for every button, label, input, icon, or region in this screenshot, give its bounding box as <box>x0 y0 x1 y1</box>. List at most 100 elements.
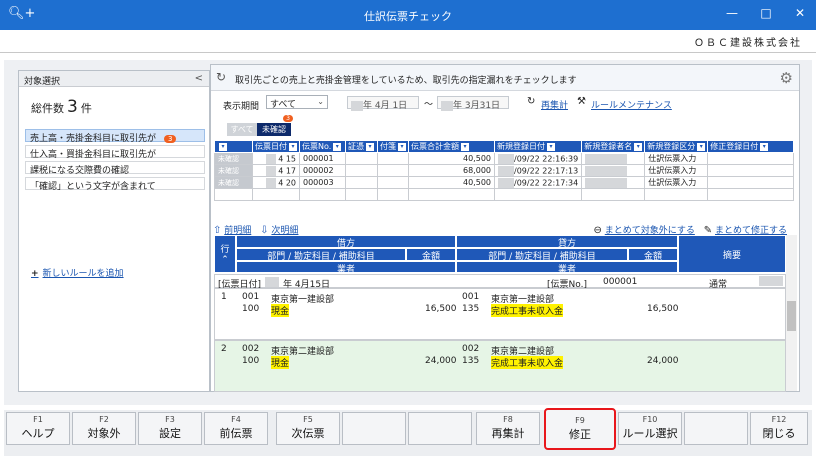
f1-help-button[interactable]: F1 ヘルプ <box>6 412 70 445</box>
reg-date-cell: /09/22 22:17:34 <box>493 176 583 189</box>
col-header[interactable]: 新規登録者名 ▾ <box>581 140 646 153</box>
add-rule-label: 新しいルールを追加 <box>42 269 124 279</box>
mod-date-cell <box>707 176 795 189</box>
table-row-empty <box>214 188 795 201</box>
collapse-panel-button[interactable]: < <box>195 73 203 84</box>
debit-account-header: 部門 / 勘定科目 / 補助科目 <box>236 248 406 262</box>
tab-unconfirmed-badge: 3 <box>283 115 293 122</box>
redacted-year <box>265 277 279 287</box>
mod-date-cell <box>707 164 795 177</box>
date-from-field[interactable]: 年 4月 1日 <box>347 96 419 111</box>
col-header[interactable]: 伝票日付 ▾ <box>252 140 300 153</box>
redacted-year <box>441 100 453 111</box>
redacted-cell <box>265 165 276 176</box>
minimize-button[interactable]: — <box>722 6 742 20</box>
gear-icon[interactable]: ⚙ <box>780 69 793 87</box>
journal-line[interactable]: 2 002 東京第二建設部 100 現金 24,000 002 東京第二建設部 … <box>214 340 786 392</box>
redacted-cell <box>585 165 628 176</box>
rule-label: 売上高・売掛金科目に取引先が <box>30 134 157 144</box>
chevron-up-icon[interactable]: ⌃ <box>221 255 229 265</box>
rule-item-sales[interactable]: 売上高・売掛金科目に取引先が 3 <box>25 129 205 144</box>
recalc-link[interactable]: 再集計 <box>541 98 568 111</box>
status-toggle[interactable] <box>759 276 783 286</box>
voucher-no-cell: 000003 <box>299 176 346 189</box>
col-header[interactable]: 伝票No. ▾ <box>299 140 346 153</box>
col-header[interactable]: 新規登録区分 ▾ <box>644 140 709 153</box>
status-cell: 未確認 <box>214 164 253 177</box>
f2-exclude-button[interactable]: F2 対象外 <box>72 412 136 445</box>
close-button[interactable]: ✕ <box>790 6 810 20</box>
period-label: 表示期間 <box>223 102 260 112</box>
reg-date-value: /09/22 22:17:34 <box>514 178 579 187</box>
voucher-info-row: [伝票日付] 年 4月15日 [伝票No.] 000001 通常 <box>214 274 786 290</box>
add-rule-link[interactable]: + 新しいルールを追加 <box>31 266 124 279</box>
tab-unconfirmed[interactable]: 未確認 3 <box>257 115 293 136</box>
period-select[interactable]: すべて ⌄ <box>266 95 328 110</box>
sticky-cell <box>377 164 409 177</box>
reg-user-cell <box>581 152 646 165</box>
credit-account: 完成工事未収入金 <box>491 356 564 369</box>
credit-dept-code: 002 <box>462 344 480 354</box>
evidence-cell <box>345 152 378 165</box>
detail-navigation: ⇧ 前明細 ⇩ 次明細 ⊖ まとめて対象外にする ✎ まとめて修正する <box>213 223 797 236</box>
scrollbar-thumb[interactable] <box>787 301 796 331</box>
f3-settings-button[interactable]: F3 設定 <box>138 412 202 445</box>
status-col-header[interactable]: ▾ <box>214 140 253 153</box>
rule-maintenance-link[interactable]: ルールメンテナンス <box>591 98 672 111</box>
rule-item-confirm-text[interactable]: 「確認」という文字が含まれて <box>25 177 205 192</box>
line-number: 2 <box>221 344 227 354</box>
redacted-cell <box>265 153 276 164</box>
table-row[interactable]: 未確認 4 17 000002 68,000 /09/22 22:17:13 仕… <box>214 164 795 177</box>
f5-next-voucher-button[interactable]: F5 次伝票 <box>276 412 340 445</box>
col-header[interactable]: 伝票合計金額 ▾ <box>408 140 495 153</box>
f9-fix-button[interactable]: F9 修正 <box>544 408 616 450</box>
table-header-row: ▾ 伝票日付 ▾ 伝票No. ▾ 証憑 ▾ 付箋 ▾ 伝票合計金額 ▾ 新規登録日付 ▾ 新… <box>214 140 795 153</box>
rule-item-purchase[interactable]: 仕入高・買掛金科目に取引先が <box>25 145 205 160</box>
reg-date-cell: /09/22 22:17:13 <box>493 164 583 177</box>
reg-kind-cell: 仕訳伝票入力 <box>644 152 709 165</box>
maximize-button[interactable]: □ <box>756 6 776 20</box>
f4-prev-voucher-button[interactable]: F4 前伝票 <box>204 412 268 445</box>
date-to-field[interactable]: 年 3月31日 <box>437 96 509 111</box>
f12-close-button[interactable]: F12 閉じる <box>750 412 808 445</box>
redacted-cell <box>585 177 628 188</box>
total-count-label: 総件数 <box>31 102 64 115</box>
date-cell: 4 15 <box>252 152 300 165</box>
debit-account: 現金 <box>271 304 290 317</box>
debit-vendor-header: 業者 <box>236 261 456 275</box>
chevron-down-icon: ⌄ <box>317 97 324 106</box>
tab-all[interactable]: すべて <box>227 123 257 136</box>
date-to-value: 年 3月31日 <box>453 101 501 111</box>
col-header[interactable]: 付箋 ▾ <box>377 140 409 153</box>
detail-scrollbar[interactable] <box>786 235 797 391</box>
debit-account-code: 100 <box>242 304 260 314</box>
rule-count-badge: 3 <box>164 135 177 143</box>
amount-cell: 40,500 <box>408 176 495 189</box>
journal-line[interactable]: 1 001 東京第一建設部 100 現金 16,500 001 東京第一建設部 … <box>214 288 786 340</box>
summary-header: 摘要 <box>678 235 786 273</box>
f8-recalc-button[interactable]: F8 再集計 <box>476 412 540 445</box>
window-title: 仕訳伝票チェック <box>364 10 452 23</box>
f10-rule-select-button[interactable]: F10 ルール選択 <box>618 412 682 445</box>
col-header[interactable]: 新規登録日付 ▾ <box>493 140 583 153</box>
f11-empty-button <box>684 412 748 445</box>
redacted-cell <box>265 177 276 188</box>
f7-empty-button <box>408 412 472 445</box>
row-col-label: 行 <box>220 245 230 255</box>
col-header[interactable]: 修正登録日付 ▾ <box>707 140 795 153</box>
table-row[interactable]: 未確認 4 15 000001 40,500 /09/22 22:16:39 仕… <box>214 152 795 165</box>
date-cell: 4 20 <box>252 176 300 189</box>
table-row[interactable]: 未確認 4 20 000003 40,500 /09/22 22:17:34 仕… <box>214 176 795 189</box>
rule-description: 取引先ごとの売上と売掛金管理をしているため、取引先の指定漏れをチェックします <box>235 76 577 86</box>
redacted-cell <box>498 153 514 164</box>
redacted-cell <box>498 177 514 188</box>
date-value: 4 15 <box>278 154 296 163</box>
rule-description-bar: ↻ 取引先ごとの売上と売掛金管理をしているため、取引先の指定漏れをチェックします… <box>211 65 799 91</box>
reg-date-value: /09/22 22:16:39 <box>514 154 579 163</box>
total-count: 総件数 3 件 <box>31 97 92 117</box>
debit-dept-code: 001 <box>242 292 260 302</box>
rule-item-entertainment[interactable]: 課税になる交際費の確認 <box>25 161 205 176</box>
credit-account-code: 135 <box>462 304 480 314</box>
debit-amount: 24,000 <box>425 356 457 366</box>
col-header[interactable]: 証憑 ▾ <box>345 140 378 153</box>
